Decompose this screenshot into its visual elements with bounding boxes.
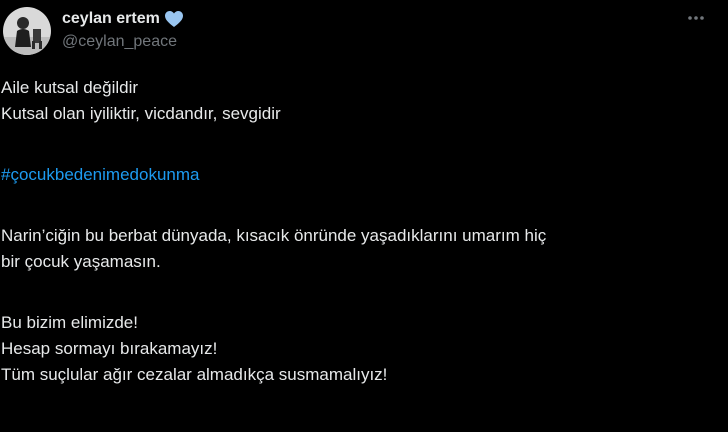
blue-heart-icon [164,10,184,28]
more-options-icon[interactable] [684,10,708,26]
tweet-text: Aile kutsal değildir Kutsal olan iyilikt… [1,75,721,388]
tweet-line: Hesap sormayı bırakamayız! [1,339,218,358]
tweet-line: Bu bizim elimizde! [1,313,138,332]
tweet-card: ceylan ertem @ceylan_peace Aile kutsal d… [0,0,728,432]
tweet-line: Aile kutsal değildir [1,78,139,97]
avatar[interactable] [3,7,51,55]
author-handle[interactable]: @ceylan_peace [62,33,177,51]
person-photo-avatar-icon [3,7,51,55]
author-name-row: ceylan ertem [62,8,184,30]
tweet-line: bir çocuk yaşamasın. [1,252,161,271]
tweet-line: Kutsal olan iyiliktir, vicdandır, sevgid… [1,104,281,123]
hashtag-link[interactable]: #çocukbedenimedokunma [1,162,721,188]
tweet-line: Narin’ciğin bu berbat dünyada, kısacık ö… [1,226,547,245]
tweet-line: Tüm suçlular ağır cezalar almadıkça susm… [1,365,388,384]
author-display-name[interactable]: ceylan ertem [62,10,160,28]
